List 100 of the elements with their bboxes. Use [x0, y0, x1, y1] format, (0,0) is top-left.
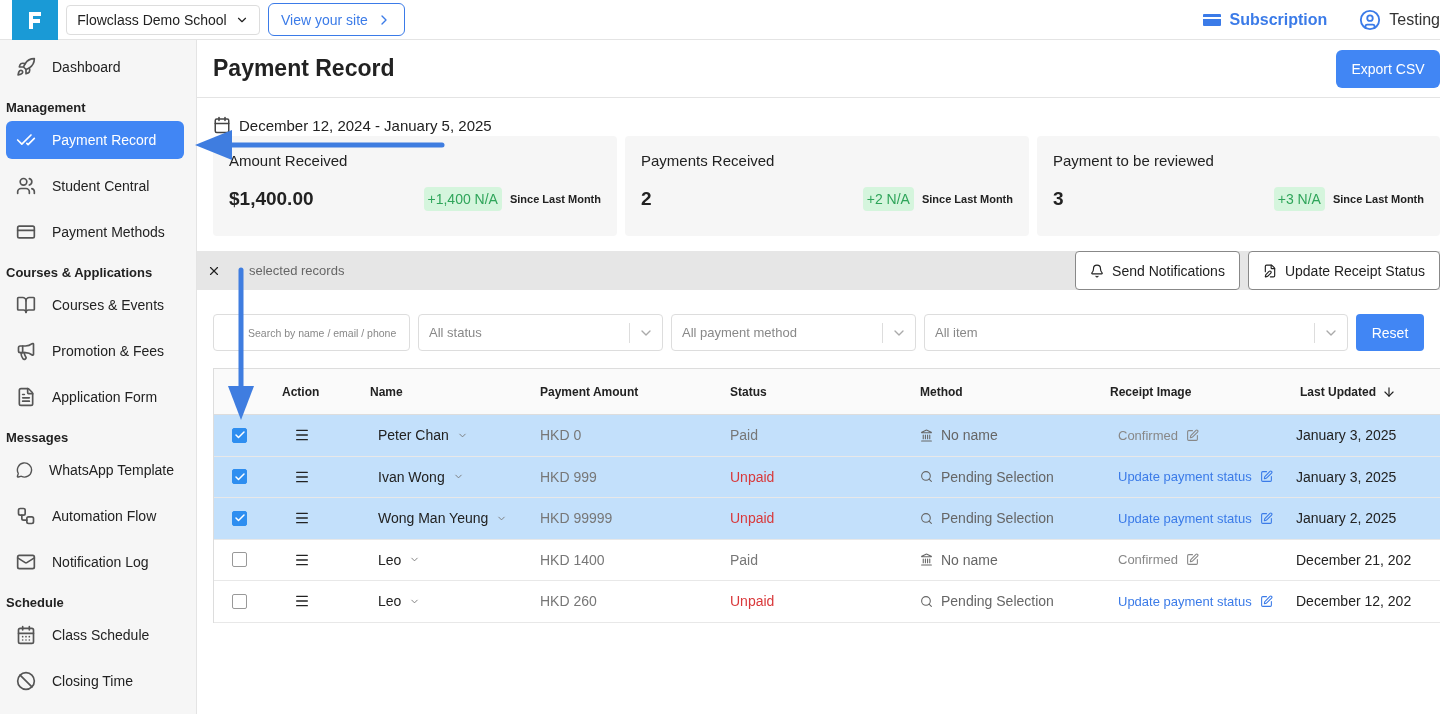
sidebar-section-title: Messages [5, 429, 70, 447]
filter-select[interactable]: All payment method [671, 314, 916, 351]
sidebar-section-title: Courses & Applications [5, 264, 154, 282]
sidebar-item[interactable]: Student Central [6, 167, 184, 205]
method-text: Pending Selection [941, 468, 1054, 485]
sidebar-item-icon [16, 295, 36, 315]
status-text: Unpaid [730, 468, 775, 485]
amount-text: HKD 0 [540, 427, 582, 444]
amount-text: HKD 999 [540, 468, 597, 485]
edit-icon[interactable] [1185, 553, 1199, 567]
sidebar-item[interactable]: Promotion & Fees [6, 332, 184, 370]
sidebar-item[interactable]: Payment Methods [6, 213, 184, 251]
row-checkbox[interactable] [232, 427, 247, 443]
updated-text: December 21, 202 [1296, 551, 1412, 568]
receipt-status: Confirmed [1118, 552, 1178, 568]
send-notifications-button[interactable]: Send Notifications [1075, 251, 1240, 290]
sidebar-item[interactable]: Application Form [6, 378, 184, 416]
amount-text: HKD 260 [540, 593, 597, 610]
check-icon [233, 470, 246, 483]
edit-icon[interactable] [1259, 594, 1273, 608]
filter-select[interactable]: All status [418, 314, 663, 351]
export-csv-button[interactable]: Export CSV [1336, 49, 1440, 88]
page-title: Payment Record [213, 55, 395, 82]
amount-text: HKD 1400 [540, 551, 605, 568]
since-label: Since Last Month [1332, 193, 1424, 205]
date-range[interactable]: December 12, 2024 - January 5, 2025 [239, 116, 492, 134]
amount-text: HKD 99999 [540, 510, 613, 527]
user-avatar-icon [1359, 8, 1382, 31]
row-checkbox[interactable] [232, 552, 247, 568]
edit-icon[interactable] [1185, 428, 1199, 442]
name-text[interactable]: Ivan Wong [378, 468, 445, 485]
sidebar-item[interactable]: Automation Flow [6, 497, 184, 535]
filter-select[interactable]: All item [924, 314, 1348, 351]
selected-count: selected records [248, 263, 346, 278]
column-header[interactable]: Receipt Image [1092, 368, 1282, 415]
sidebar-item-icon [16, 625, 36, 645]
edit-icon[interactable] [1259, 511, 1273, 525]
column-header[interactable]: Action [264, 368, 352, 415]
sidebar-item[interactable]: Closing Time [6, 662, 184, 700]
update-receipt-status-button[interactable]: Update Receipt Status [1247, 251, 1440, 290]
name-text[interactable]: Peter Chan [378, 427, 449, 444]
column-header[interactable]: Status [712, 368, 902, 415]
updated-text: January 3, 2025 [1296, 468, 1397, 485]
column-header[interactable]: Name [352, 368, 522, 415]
sidebar-section-title: Management [5, 99, 87, 117]
updated-text: January 3, 2025 [1296, 427, 1397, 444]
method-text: Pending Selection [941, 510, 1054, 527]
column-header[interactable]: Method [902, 368, 1092, 415]
stat-value: $1,400.00 [229, 188, 314, 210]
school-select[interactable]: Flowclass Demo School [66, 4, 260, 35]
status-text: Unpaid [730, 593, 775, 610]
sidebar-section-title: Schedule [5, 594, 65, 612]
sidebar-item[interactable]: Notification Log [6, 543, 184, 581]
subscription-link[interactable]: Subscription [1199, 7, 1328, 32]
user-menu[interactable]: Testing [1359, 8, 1440, 31]
since-label: Since Last Month [509, 193, 601, 205]
calendar-icon [213, 116, 231, 134]
status-text: Paid [730, 427, 759, 444]
sidebar-item[interactable]: Dashboard [6, 48, 184, 86]
status-text: Paid [730, 551, 759, 568]
status-text: Unpaid [730, 510, 775, 527]
stat-value: 3 [1053, 188, 1064, 210]
stat-label: Payment to be reviewed [1053, 152, 1215, 169]
sidebar-item[interactable]: WhatsApp Template [6, 451, 184, 489]
bell-icon [1090, 263, 1105, 278]
updated-text: December 12, 202 [1296, 593, 1412, 610]
name-text[interactable]: Leo [378, 551, 402, 568]
stat-label: Amount Received [229, 152, 349, 169]
column-header[interactable]: Payment Amount [522, 368, 712, 415]
change-badge: +1,400 N/A [423, 187, 502, 211]
sidebar-item-icon [16, 387, 36, 407]
row-checkbox[interactable] [232, 510, 247, 526]
row-checkbox[interactable] [232, 593, 247, 609]
since-label: Since Last Month [921, 193, 1013, 205]
update-status-link[interactable]: Update payment status [1118, 593, 1252, 609]
sidebar-item-icon [16, 176, 36, 196]
change-badge: +3 N/A [1273, 187, 1325, 211]
sidebar-item-icon [16, 222, 36, 242]
method-text: No name [941, 427, 998, 444]
sidebar-item-icon [16, 341, 36, 361]
stat-value: 2 [641, 188, 652, 210]
sidebar-item[interactable]: Class Schedule [6, 616, 184, 654]
view-site-button[interactable]: View your site [268, 3, 405, 36]
row-checkbox[interactable] [232, 469, 247, 485]
updated-text: January 2, 2025 [1296, 510, 1397, 527]
sidebar-item-icon [16, 506, 36, 526]
sidebar-item[interactable]: Payment Record [6, 121, 184, 159]
method-text: Pending Selection [941, 593, 1054, 610]
sidebar-item-icon [16, 552, 36, 572]
edit-icon[interactable] [1259, 470, 1273, 484]
method-text: No name [941, 551, 998, 568]
column-header[interactable]: Last Updated [1282, 368, 1440, 415]
reset-button[interactable]: Reset [1356, 314, 1424, 351]
name-text[interactable]: Leo [378, 593, 402, 610]
receipt-status: Confirmed [1118, 427, 1178, 443]
sidebar-item-icon [16, 671, 36, 691]
name-text[interactable]: Wong Man Yeung [378, 510, 489, 527]
sidebar-item[interactable]: Courses & Events [6, 286, 184, 324]
sidebar-item-icon [16, 460, 33, 480]
search-field[interactable]: Search by name / email / phone [213, 314, 410, 351]
